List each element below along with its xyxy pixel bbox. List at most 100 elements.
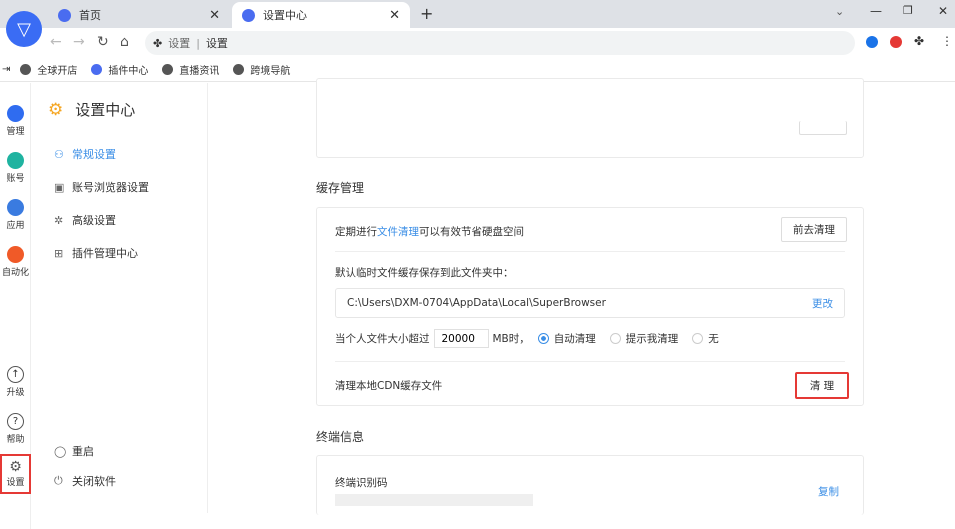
robot-icon <box>7 246 24 263</box>
exit-icon[interactable]: ⇥ <box>2 64 10 75</box>
extension-icon[interactable] <box>890 36 902 48</box>
address-bar[interactable]: ✤ 设置 | 设置 <box>145 31 855 55</box>
bookmark[interactable]: 直播资讯 <box>162 62 219 77</box>
size-input[interactable] <box>433 329 489 348</box>
sidebar-item-advanced[interactable]: ✲ 高级设置 <box>54 212 116 228</box>
rail-item-upgrade[interactable]: ↑ 升级 <box>0 366 31 398</box>
forward-button[interactable]: → <box>73 34 85 50</box>
rail-item-manage[interactable]: 管理 <box>0 105 31 137</box>
terminal-id-redacted <box>335 494 533 506</box>
previous-card <box>316 78 864 158</box>
restart-icon: ◯ <box>54 444 67 458</box>
divider <box>335 361 845 362</box>
rail-item-account[interactable]: 账号 <box>0 152 31 184</box>
address-prefix: 设置 <box>168 37 191 50</box>
power-icon: ⏻ <box>54 474 63 487</box>
tab-bar: 首页 ✕ 设置中心 ✕ + ⌄ — ❐ ✕ <box>0 0 955 28</box>
quit-button[interactable]: ⏻ 关闭软件 <box>54 473 116 489</box>
close-window-button[interactable]: ✕ <box>938 4 948 18</box>
cleanup-tip: 定期进行文件清理可以有效节省硬盘空间 <box>335 224 524 239</box>
grid-icon <box>7 105 24 122</box>
sidebar-item-plugins[interactable]: ⊞ 插件管理中心 <box>54 245 138 261</box>
change-path-link[interactable]: 更改 <box>812 296 833 311</box>
bookmark[interactable]: 插件中心 <box>91 62 148 77</box>
bookmark-label: 跨境导航 <box>250 66 291 77</box>
rail-item-automation[interactable]: 自动化 <box>0 246 31 278</box>
rail-item-apps[interactable]: 应用 <box>0 199 31 231</box>
radio-prompt-clean[interactable] <box>609 333 621 344</box>
new-tab-button[interactable]: + <box>420 4 433 23</box>
close-icon[interactable]: ✕ <box>389 8 400 23</box>
rail-label: 自动化 <box>1 268 29 278</box>
radio-none[interactable] <box>692 333 704 344</box>
rail-label: 设置 <box>6 478 25 488</box>
extension-icon[interactable] <box>866 36 878 48</box>
upgrade-icon: ↑ <box>7 366 24 383</box>
folder-label: 默认临时文件缓存保存到此文件夹中： <box>335 267 514 279</box>
radio-label: 无 <box>708 333 719 345</box>
menu-icon[interactable]: ⋮ <box>941 34 953 48</box>
browser-icon: ▣ <box>54 180 65 194</box>
user-settings-icon: ⚇ <box>54 147 64 161</box>
tip-text: 可以有效节省硬盘空间 <box>419 226 524 238</box>
tab-label: 首页 <box>79 9 101 22</box>
help-icon: ? <box>7 413 24 430</box>
tip-text: 定期进行 <box>335 226 377 238</box>
button[interactable] <box>799 121 847 135</box>
minimize-button[interactable]: — <box>870 4 882 18</box>
rail-label: 升级 <box>6 388 25 398</box>
sidebar-label: 重启 <box>72 445 94 458</box>
copy-button[interactable]: 复制 <box>818 484 839 499</box>
app-logo: ▽ <box>6 11 42 47</box>
rail-label: 账号 <box>6 174 25 184</box>
cache-card: 定期进行文件清理可以有效节省硬盘空间 前去清理 默认临时文件缓存保存到此文件夹中… <box>316 207 864 406</box>
globe-icon <box>233 64 245 75</box>
rail-item-help[interactable]: ? 帮助 <box>0 413 31 445</box>
tab-label: 设置中心 <box>263 9 307 22</box>
rail-item-settings[interactable]: ⚙ 设置 <box>0 454 31 494</box>
bookmark[interactable]: 全球开店 <box>20 62 77 77</box>
rail-label: 帮助 <box>6 435 25 445</box>
toolbar: ← → ↻ ⌂ ✤ 设置 | 设置 ✤ ⋮ <box>0 28 955 58</box>
path-text: C:\Users\DXM-0704\AppData\Local\SuperBro… <box>347 297 606 309</box>
divider <box>335 251 845 252</box>
settings-sidebar: ⚙ 设置中心 ⚇ 常规设置 ▣ 账号浏览器设置 ✲ 高级设置 ⊞ 插件管理中心 ◯ 重启 ⏻… <box>32 83 208 513</box>
plugins-icon: ⊞ <box>54 246 64 260</box>
bookmark-label: 插件中心 <box>108 66 149 77</box>
sidebar-item-general[interactable]: ⚇ 常规设置 <box>54 146 116 162</box>
tab-home[interactable]: 首页 ✕ <box>48 2 230 28</box>
back-button[interactable]: ← <box>50 34 62 50</box>
reload-button[interactable]: ↻ <box>97 34 109 50</box>
size-threshold-row: 当个人文件大小超过 MB时， 自动清理 提示我清理 无 <box>335 329 719 348</box>
sidebar-item-browser[interactable]: ▣ 账号浏览器设置 <box>54 179 149 195</box>
size-unit: MB时， <box>492 333 530 345</box>
page-title: ⚙ 设置中心 <box>48 99 135 120</box>
section-heading: 终端信息 <box>316 430 365 444</box>
bookmark[interactable]: 跨境导航 <box>233 62 290 77</box>
cdn-label: 清理本地CDN缓存文件 <box>335 380 443 392</box>
file-cleanup-link[interactable]: 文件清理 <box>377 226 419 238</box>
home-button[interactable]: ⌂ <box>120 34 129 50</box>
gear-icon: ⚙ <box>9 459 22 475</box>
radio-auto-clean[interactable] <box>537 333 549 344</box>
restore-button[interactable]: ❐ <box>903 4 913 17</box>
clean-cdn-button[interactable]: 清 理 <box>795 372 849 399</box>
apps-icon <box>7 199 24 216</box>
sidebar-label: 插件管理中心 <box>72 247 138 260</box>
sidebar-label: 高级设置 <box>72 214 116 227</box>
bookmark-label: 全球开店 <box>37 66 78 77</box>
gear-icon: ⚙ <box>48 99 64 120</box>
account-icon <box>7 152 24 169</box>
globe-icon <box>162 64 174 75</box>
advanced-icon: ✲ <box>54 213 64 227</box>
terminal-id-label: 终端识别码 <box>335 477 388 489</box>
restart-button[interactable]: ◯ 重启 <box>54 443 94 459</box>
sidebar-label: 账号浏览器设置 <box>72 181 149 194</box>
puzzle-icon[interactable]: ✤ <box>914 34 924 48</box>
close-icon[interactable]: ✕ <box>209 8 220 23</box>
tab-settings[interactable]: 设置中心 ✕ <box>232 2 410 28</box>
go-clean-button[interactable]: 前去清理 <box>781 217 847 242</box>
chevron-down-icon[interactable]: ⌄ <box>835 5 844 18</box>
cache-path-field: C:\Users\DXM-0704\AppData\Local\SuperBro… <box>335 288 845 318</box>
app-icon <box>242 8 255 22</box>
